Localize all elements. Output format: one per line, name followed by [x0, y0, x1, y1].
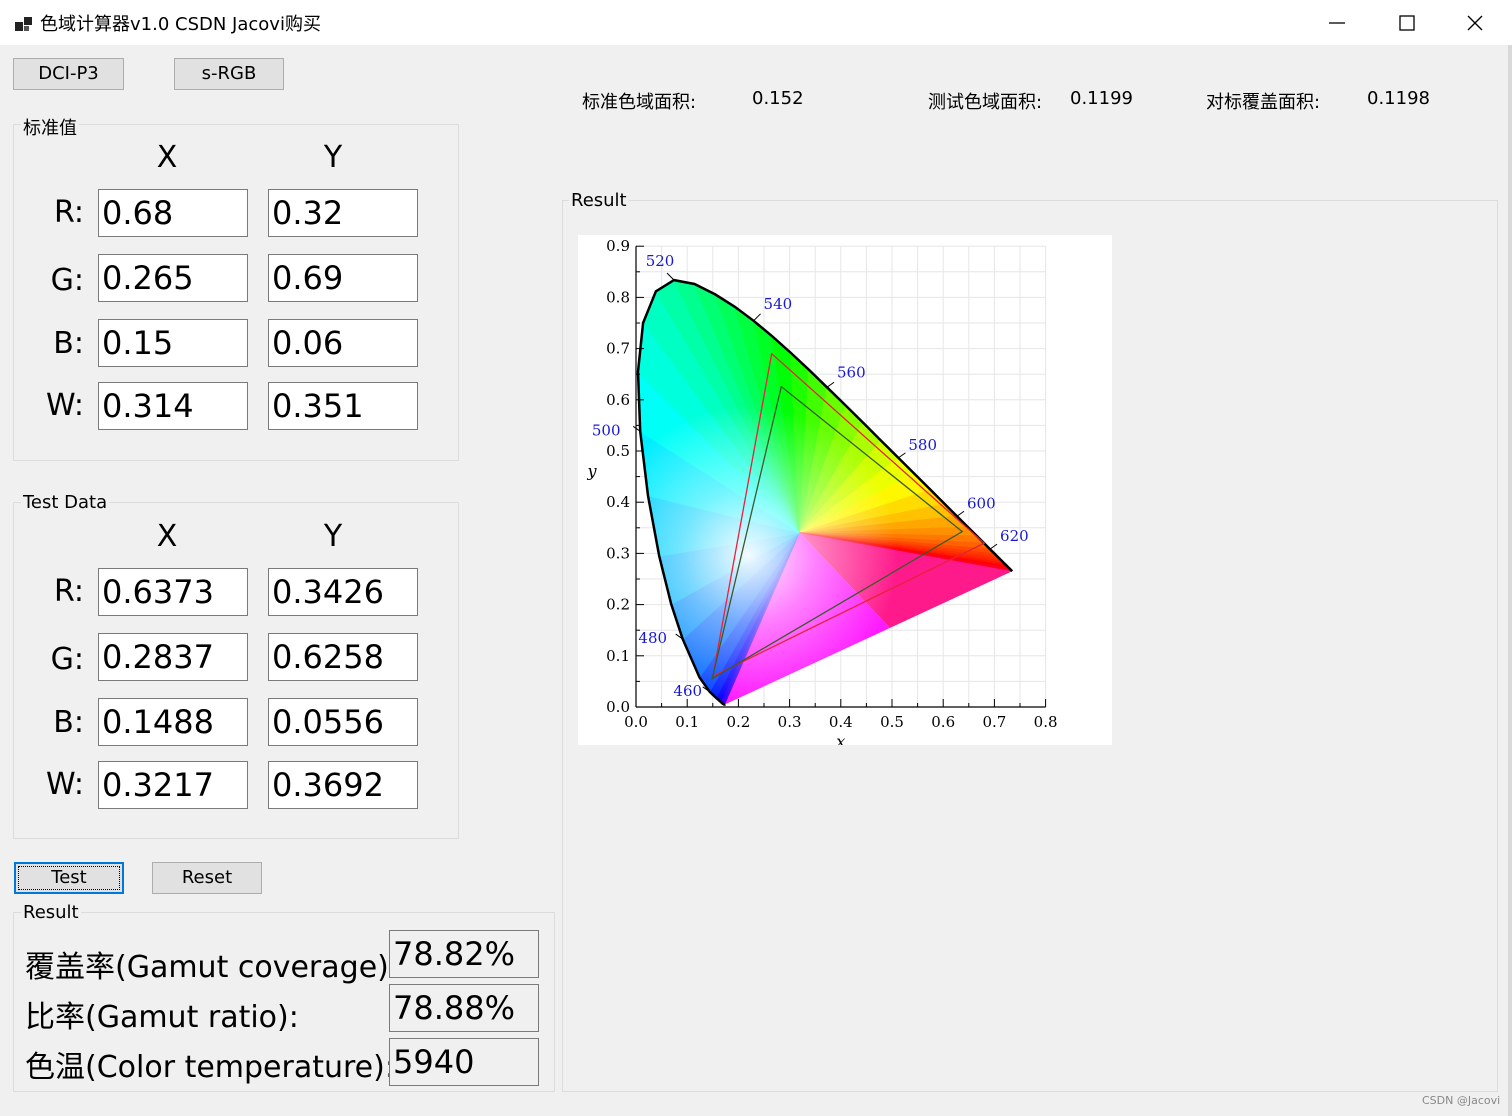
standard-r-y-input[interactable]: 0.32 [268, 189, 418, 237]
wavelength-label: 580 [908, 436, 937, 454]
test-area-value: 0.1199 [1070, 88, 1133, 109]
cie-chromaticity-chart: 0.0 0.1 0.2 0.3 0.4 0.5 0.6 0.7 0.80.00.10.20.30… [586, 237, 1058, 745]
wavelength-tick [666, 272, 675, 281]
y-tick-label: 0.4 [606, 493, 630, 511]
test-w-y-input[interactable]: 0.3692 [268, 761, 418, 809]
standard-area-value: 0.152 [752, 88, 804, 109]
white-glow [638, 280, 1013, 705]
standard-w-y-input[interactable]: 0.351 [268, 382, 418, 430]
wavelength-label: 600 [967, 494, 996, 512]
standard-g-x-input[interactable]: 0.265 [98, 254, 248, 302]
wavelength-label: 560 [837, 363, 866, 381]
test-col-x: X [156, 519, 178, 554]
focus-ring [18, 866, 120, 890]
test-row-label: G: [50, 642, 84, 677]
wavelength-tick [826, 381, 835, 388]
cie-chart-area: 0.0 0.1 0.2 0.3 0.4 0.5 0.6 0.7 0.8 0.0 0.1 0.2 0.3 0… [578, 235, 1112, 745]
test-area-label: 测试色域面积: [928, 92, 1043, 113]
wavelength-label: 540 [764, 295, 793, 313]
temperature-value-field: 5940 [389, 1038, 539, 1086]
test-b-x-input[interactable]: 0.1488 [98, 698, 248, 746]
y-tick-label: 0.7 [606, 340, 630, 358]
x-tick-label: 0.7 [982, 713, 1006, 731]
wavelength-tick [956, 510, 965, 517]
srgb-button[interactable]: s-RGB [174, 58, 284, 90]
y-tick-label: 0.0 [606, 698, 630, 716]
wavelength-label: 500 [592, 421, 621, 439]
window-frame [1508, 45, 1512, 1116]
test-g-x-input[interactable]: 0.2837 [98, 633, 248, 681]
ratio-value-field: 78.88% [389, 984, 539, 1032]
test-g-y-input[interactable]: 0.6258 [268, 633, 418, 681]
x-tick-label: 0.6 [931, 713, 955, 731]
minimize-button[interactable] [1302, 0, 1372, 45]
coverage-value-field: 78.82% [389, 930, 539, 978]
y-tick-label: 0.2 [606, 596, 630, 614]
standard-col-x: X [156, 140, 178, 175]
wavelength-label: 480 [638, 629, 667, 647]
standard-g-y-input[interactable]: 0.69 [268, 254, 418, 302]
ratio-label: 比率(Gamut ratio): [25, 1000, 299, 1035]
test-row-label: B: [53, 705, 84, 740]
x-tick-label: 0.8 [1034, 713, 1058, 731]
test-b-y-input[interactable]: 0.0556 [268, 698, 418, 746]
wavelength-tick [753, 313, 761, 322]
test-button[interactable]: Test [14, 862, 124, 894]
x-tick-label: 0.4 [829, 713, 853, 731]
title-bar: 色域计算器v1.0 CSDN Jacovi购买 [0, 0, 1512, 45]
overlap-area-label: 对标覆盖面积: [1206, 92, 1321, 113]
x-tick-label: 0.2 [726, 713, 750, 731]
standard-row-label: G: [50, 263, 84, 298]
close-icon [1467, 15, 1483, 31]
close-button[interactable] [1440, 0, 1510, 45]
app-icon [15, 17, 32, 31]
watermark: CSDN @Jacovi [1422, 1094, 1501, 1107]
standard-row-label: W: [45, 388, 84, 423]
standard-row-label: R: [53, 195, 84, 230]
y-tick-label: 0.6 [606, 391, 630, 409]
standard-b-y-input[interactable]: 0.06 [268, 319, 418, 367]
maximize-icon [1399, 15, 1415, 31]
maximize-button[interactable] [1372, 0, 1442, 45]
y-axis-label: y [586, 462, 597, 481]
dci-p3-button[interactable]: DCI-P3 [13, 58, 124, 90]
minimize-icon [1329, 22, 1345, 24]
test-col-y: Y [323, 519, 343, 554]
standard-row-label: B: [53, 326, 84, 361]
y-tick-label: 0.3 [606, 544, 630, 562]
x-axis-label: x [836, 732, 845, 745]
wavelength-tick [989, 543, 998, 550]
x-tick-label: 0.1 [675, 713, 699, 731]
chart-result-title: Result [569, 190, 629, 211]
y-tick-label: 0.8 [606, 288, 630, 306]
wavelength-label: 460 [673, 682, 702, 700]
window-title: 色域计算器v1.0 CSDN Jacovi购买 [40, 14, 321, 35]
test-row-label: W: [45, 767, 84, 802]
wavelength-tick [898, 452, 906, 459]
overlap-area-value: 0.1198 [1367, 88, 1430, 109]
standard-w-x-input[interactable]: 0.314 [98, 382, 248, 430]
y-tick-label: 0.9 [606, 237, 630, 255]
result-title: Result [21, 902, 81, 923]
test-w-x-input[interactable]: 0.3217 [98, 761, 248, 809]
test-data-title: Test Data [21, 492, 110, 513]
x-tick-label: 0.3 [778, 713, 802, 731]
reset-button[interactable]: Reset [152, 862, 262, 894]
y-tick-label: 0.5 [606, 442, 630, 460]
standard-r-x-input[interactable]: 0.68 [98, 189, 248, 237]
standard-b-x-input[interactable]: 0.15 [98, 319, 248, 367]
temperature-label: 色温(Color temperature): [25, 1050, 395, 1085]
wavelength-label: 620 [1000, 527, 1029, 545]
x-tick-label: 0.5 [880, 713, 904, 731]
standard-col-y: Y [323, 140, 343, 175]
standard-values-title: 标准值 [21, 114, 79, 140]
wavelength-label: 520 [646, 252, 675, 270]
y-tick-label: 0.1 [606, 647, 630, 665]
test-row-label: R: [53, 574, 84, 609]
test-r-y-input[interactable]: 0.3426 [268, 568, 418, 616]
standard-area-label: 标准色域面积: [582, 92, 697, 113]
coverage-label: 覆盖率(Gamut coverage): [25, 950, 399, 985]
test-r-x-input[interactable]: 0.6373 [98, 568, 248, 616]
